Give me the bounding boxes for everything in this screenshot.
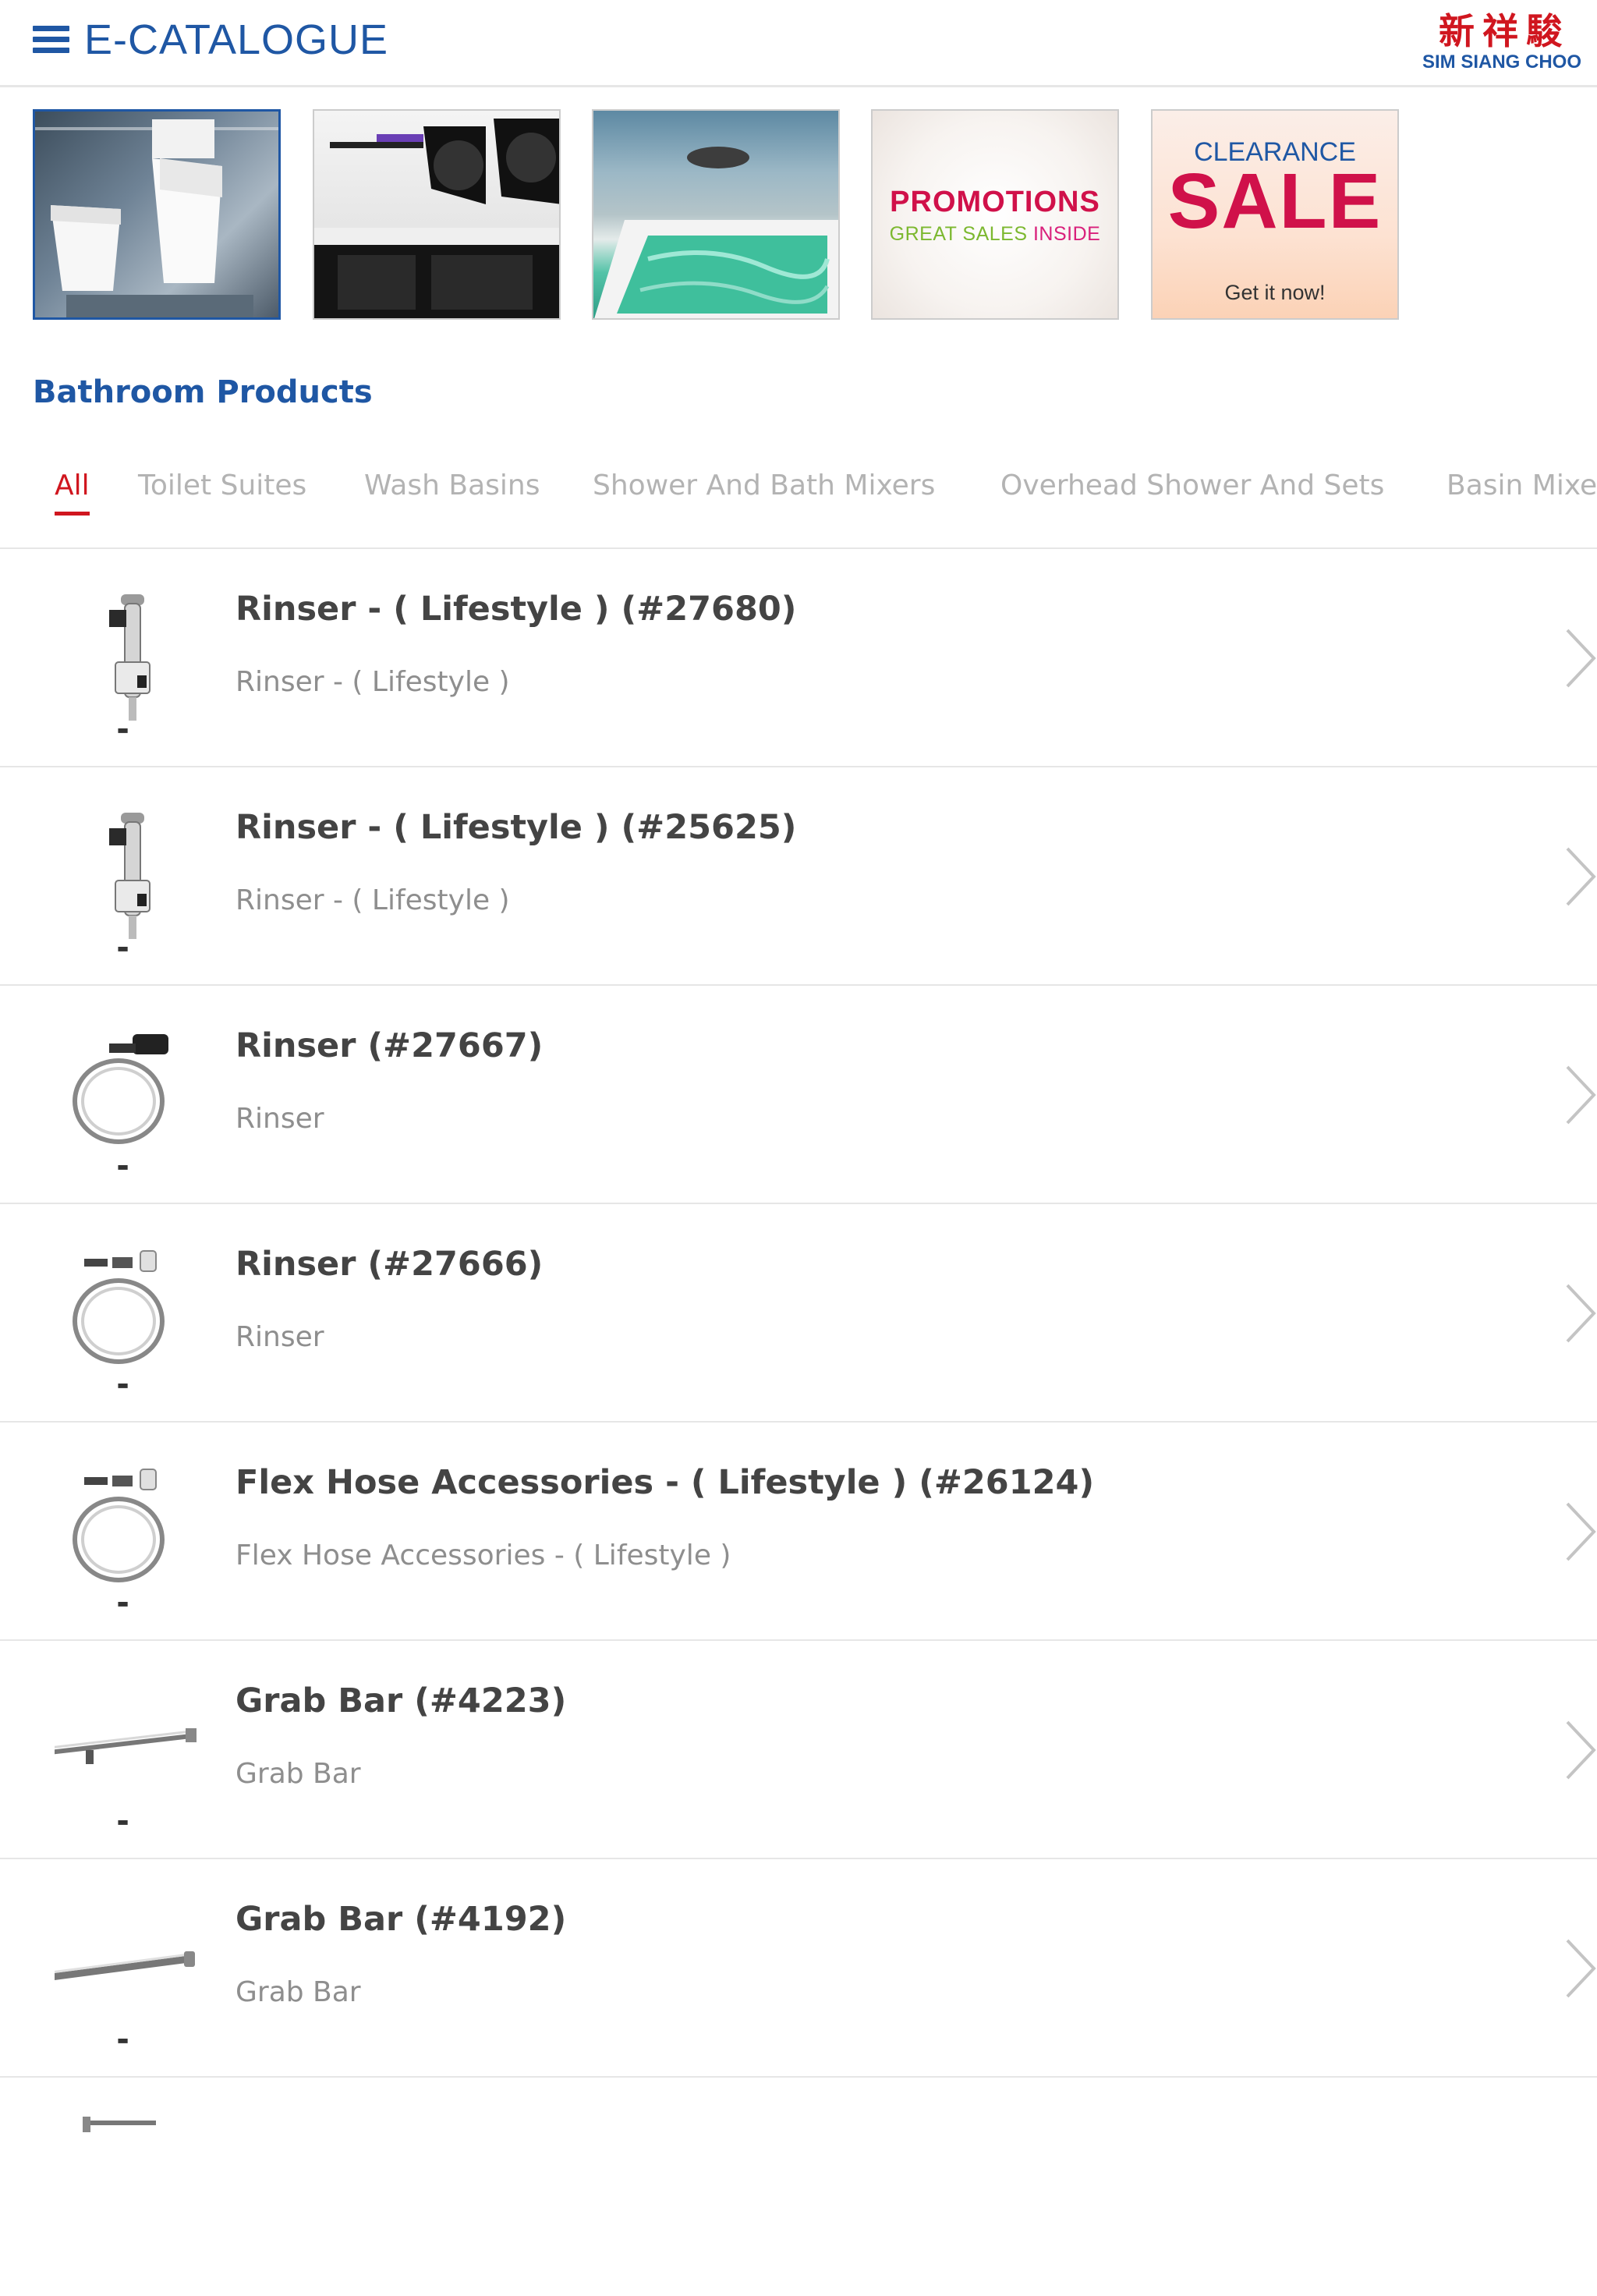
list-item[interactable]: ▬ Flex Hose Accessories - ( Lifestyle ) … — [0, 1423, 1597, 1641]
banner-toilet-suites[interactable] — [33, 109, 281, 320]
tab-shower-and-bath-mixers[interactable]: Shower And Bath Mixers — [593, 469, 935, 501]
tab-wash-basins[interactable]: Wash Basins — [364, 469, 540, 501]
rinser-icon — [109, 813, 150, 939]
list-item-partial[interactable] — [0, 2078, 1597, 2296]
hose-icon — [73, 1034, 168, 1144]
list-item[interactable]: ▬ Grab Bar (#4192) Grab Bar — [0, 1859, 1597, 2078]
chevron-right-icon — [1566, 1065, 1596, 1125]
towel-rail-icon — [83, 2117, 156, 2132]
brand-mark-icon: ▬ — [117, 941, 129, 955]
chevron-right-icon — [1566, 1939, 1596, 1998]
rinser-icon — [109, 594, 150, 721]
brand-logo-english: SIM SIANG CHOO — [1422, 51, 1582, 73]
kitchen-photo-icon — [314, 119, 559, 318]
product-subtitle: Rinser — [235, 1103, 324, 1135]
product-subtitle: Rinser - ( Lifestyle ) — [235, 884, 510, 916]
product-title: Rinser (#27667) — [235, 1026, 544, 1065]
tab-toilet-suites[interactable]: Toilet Suites — [138, 469, 306, 501]
brand-mark-icon: ▬ — [117, 1377, 129, 1392]
hose-icon — [73, 1469, 165, 1582]
section-title: Bathroom Products — [33, 374, 373, 410]
grab-bar-icon — [55, 1951, 195, 1980]
brand-mark-icon: ▬ — [117, 1159, 129, 1174]
menu-icon[interactable] — [33, 26, 69, 54]
chevron-right-icon — [1566, 1502, 1596, 1561]
banner-promotions[interactable]: PROMOTIONS GREAT SALES INSIDE — [871, 109, 1119, 320]
chevron-right-icon — [1566, 1284, 1596, 1343]
product-subtitle: Grab Bar — [235, 1976, 361, 2008]
product-list: ▬ Rinser - ( Lifestyle ) (#27680) Rinser… — [0, 549, 1597, 2296]
app-header: E-CATALOGUE 新祥駿 SIM SIANG CHOO — [0, 0, 1597, 87]
chevron-right-icon — [1566, 1720, 1596, 1780]
brand-mark-icon: ▬ — [117, 1596, 129, 1610]
grab-bar-icon — [55, 1728, 197, 1764]
product-title: Grab Bar (#4192) — [235, 1900, 567, 1939]
category-tabs: All Toilet Suites Wash Basins Shower And… — [0, 452, 1597, 549]
sale-label: SALE — [1167, 158, 1383, 245]
brand-mark-icon: ▬ — [117, 722, 129, 737]
category-banner-strip: PROMOTIONS GREAT SALES INSIDE CLEARANCE … — [0, 109, 1597, 321]
product-title: Flex Hose Accessories - ( Lifestyle ) (#… — [235, 1463, 1095, 1502]
list-item[interactable]: ▬ Rinser (#27666) Rinser — [0, 1204, 1597, 1423]
product-title: Grab Bar (#4223) — [235, 1681, 567, 1720]
tab-overhead-shower-and-sets[interactable]: Overhead Shower And Sets — [1000, 469, 1384, 501]
app-title: E-CATALOGUE — [84, 16, 389, 63]
toilet-photo-icon — [35, 119, 278, 317]
hose-icon — [73, 1250, 165, 1364]
tab-all[interactable]: All — [55, 469, 90, 516]
list-item[interactable]: ▬ Grab Bar (#4223) Grab Bar — [0, 1641, 1597, 1859]
product-subtitle: Grab Bar — [235, 1758, 361, 1790]
product-subtitle: Flex Hose Accessories - ( Lifestyle ) — [235, 1540, 731, 1571]
chevron-right-icon — [1566, 847, 1596, 906]
product-subtitle: Rinser - ( Lifestyle ) — [235, 666, 510, 698]
tab-basin-mixers[interactable]: Basin Mixers — [1447, 469, 1597, 501]
product-title: Rinser - ( Lifestyle ) (#25625) — [235, 808, 797, 847]
get-it-now-label: Get it now! — [1224, 281, 1326, 304]
banner-clearance-sale[interactable]: CLEARANCE SALE Get it now! — [1151, 109, 1399, 320]
banner-kitchen-appliances[interactable] — [313, 109, 561, 320]
chevron-right-icon — [1566, 629, 1596, 688]
promotions-title: PROMOTIONS — [890, 186, 1100, 218]
product-title: Rinser (#27666) — [235, 1245, 544, 1284]
brand-logo-chinese: 新祥駿 — [1439, 10, 1570, 52]
bathtub-photo-icon — [594, 147, 838, 318]
list-item[interactable]: ▬ Rinser - ( Lifestyle ) (#25625) Rinser… — [0, 767, 1597, 986]
promotions-subtitle: GREAT SALES INSIDE — [889, 223, 1101, 245]
product-title: Rinser - ( Lifestyle ) (#27680) — [235, 590, 797, 629]
product-subtitle: Rinser — [235, 1321, 324, 1353]
brand-mark-icon: ▬ — [117, 2032, 129, 2047]
list-item[interactable]: ▬ Rinser (#27667) Rinser — [0, 986, 1597, 1204]
brand-mark-icon: ▬ — [117, 1814, 129, 1829]
banner-bath-tubs[interactable] — [592, 109, 840, 320]
list-item[interactable]: ▬ Rinser - ( Lifestyle ) (#27680) Rinser… — [0, 549, 1597, 767]
